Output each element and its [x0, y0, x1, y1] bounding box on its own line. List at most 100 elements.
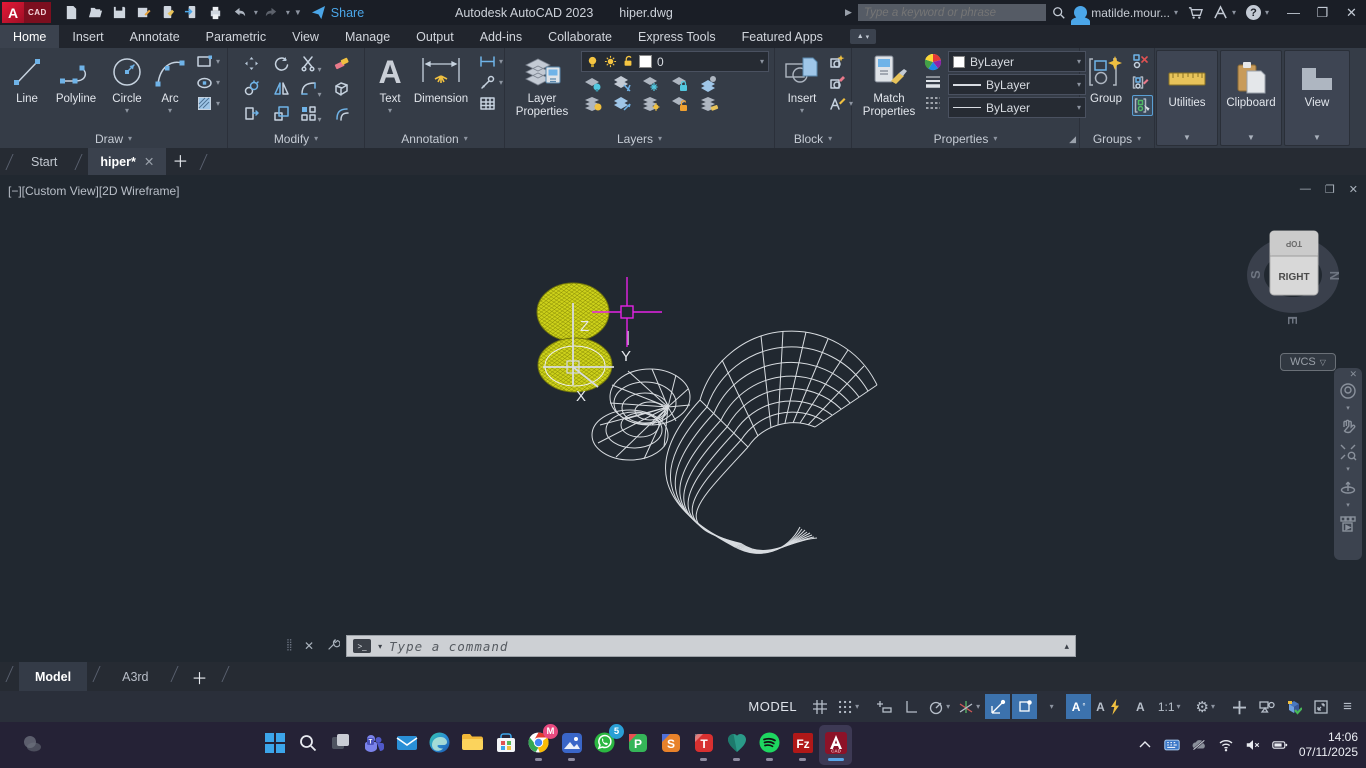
print-button[interactable]: [205, 2, 227, 24]
command-prompt-caret-icon[interactable]: ▾: [378, 642, 382, 651]
group-edit-button[interactable]: [1132, 74, 1153, 91]
task-view-button[interactable]: [324, 725, 357, 765]
onedrive-offline-icon[interactable]: [1191, 737, 1207, 753]
insert-button[interactable]: Insert ▾: [781, 51, 823, 129]
viewcube-cube[interactable]: TOP RIGHT: [1270, 231, 1318, 295]
navigation-wheel-button[interactable]: [1339, 382, 1357, 400]
isometric-drafting-toggle[interactable]: ▾: [955, 694, 983, 719]
properties-panel-label[interactable]: Properties▾: [852, 129, 1079, 148]
app-store-button[interactable]: [1188, 5, 1203, 20]
tab-home[interactable]: Home: [0, 25, 59, 48]
quick-properties-toggle[interactable]: [1254, 694, 1279, 719]
rotate-button[interactable]: [273, 55, 290, 77]
snap-toggle[interactable]: ▾: [834, 694, 862, 719]
model-space-toggle[interactable]: MODEL: [740, 699, 805, 714]
wcs-menu[interactable]: WCS▽: [1280, 353, 1336, 371]
group-selection-toggle[interactable]: [1132, 95, 1153, 116]
restore-button[interactable]: ❐: [1308, 0, 1337, 25]
chrome-icon[interactable]: M: [522, 725, 555, 765]
osnap-tracking-toggle[interactable]: [985, 694, 1010, 719]
whatsapp-icon[interactable]: 5: [588, 725, 621, 765]
save-button[interactable]: [109, 2, 131, 24]
close-button[interactable]: ✕: [1337, 0, 1366, 25]
layer-freeze-button[interactable]: [641, 75, 661, 92]
viewcube-east-label[interactable]: E: [1285, 316, 1300, 325]
ellipse-button[interactable]: ▾: [196, 74, 220, 91]
layer-isolate-button[interactable]: [583, 75, 603, 92]
command-line-dock[interactable]: ⠿⠿ ✕ >_ ▾ Type a command ▴: [286, 633, 1076, 659]
showmotion-button[interactable]: [1339, 515, 1357, 533]
viewcube-north-label[interactable]: N: [1327, 271, 1342, 280]
move-button[interactable]: [243, 55, 260, 77]
file-tab-hiper[interactable]: hiper*✕: [88, 148, 166, 175]
graphics-performance-button[interactable]: [1281, 694, 1306, 719]
offset-button[interactable]: [333, 105, 350, 127]
annotation-autoscale-toggle[interactable]: A: [1093, 694, 1126, 719]
drawing-area[interactable]: [−][Custom View][2D Wireframe] — ❐ ✕: [0, 175, 1366, 662]
plot-device-button[interactable]: [157, 2, 179, 24]
arc-button[interactable]: Arc ▾: [150, 51, 190, 129]
publish-button[interactable]: [181, 2, 203, 24]
open-file-button[interactable]: [85, 2, 107, 24]
annotation-scale-value[interactable]: 1:1▾: [1155, 694, 1184, 719]
start-button[interactable]: [258, 725, 291, 765]
clean-screen-button[interactable]: [1308, 694, 1333, 719]
layer-select-dropdown[interactable]: 0 ▾: [581, 51, 769, 72]
orbit-caret-icon[interactable]: ▾: [1346, 504, 1350, 508]
snap-caret-icon[interactable]: ▾: [855, 702, 859, 711]
color-dropdown[interactable]: ByLayer▾: [948, 51, 1086, 72]
edit-attributes-button[interactable]: ▾: [829, 95, 853, 112]
navigation-bar[interactable]: ✕ ▾ ▾ ▾: [1334, 368, 1362, 560]
autodesk-apps-menu[interactable]: ▾: [1213, 5, 1236, 20]
tab-express-tools[interactable]: Express Tools: [625, 25, 729, 48]
save-as-button[interactable]: [133, 2, 155, 24]
hatch-button[interactable]: ▾: [196, 95, 220, 112]
layers-panel-label[interactable]: Layers▾: [505, 129, 774, 148]
group-button[interactable]: Group: [1086, 51, 1126, 129]
panel-clipboard[interactable]: Clipboard ▼: [1220, 50, 1282, 146]
osnap-caret[interactable]: ▾: [1039, 694, 1064, 719]
tab-collaborate[interactable]: Collaborate: [535, 25, 625, 48]
file-tab-start[interactable]: Start: [19, 148, 69, 175]
line-button[interactable]: Line: [6, 51, 48, 129]
pan-button[interactable]: [1339, 418, 1357, 436]
share-button[interactable]: Share: [311, 5, 364, 20]
taskbar-clock[interactable]: 14:06 07/11/2025: [1299, 730, 1358, 760]
keyboard-layout-icon[interactable]: [1164, 737, 1180, 753]
dimension-button[interactable]: Dimension: [409, 51, 473, 129]
tab-view[interactable]: View: [279, 25, 332, 48]
linear-dimension-button[interactable]: ▾: [479, 53, 503, 70]
wps-presentation-icon[interactable]: P: [621, 725, 654, 765]
command-prompt-icon[interactable]: >_: [353, 639, 371, 653]
search-expand-icon[interactable]: ▶: [845, 7, 852, 18]
object-snap-toggle[interactable]: [1012, 694, 1037, 719]
polar-caret-icon[interactable]: ▾: [946, 702, 950, 711]
layer-walk-button[interactable]: [699, 95, 719, 112]
lineweight-dropdown[interactable]: ByLayer▾: [948, 74, 1086, 95]
layer-on-off-button[interactable]: [583, 95, 603, 112]
undo-dropdown[interactable]: ▾: [254, 8, 258, 17]
block-panel-label[interactable]: Block▾: [775, 129, 851, 148]
spotify-icon[interactable]: [753, 725, 786, 765]
command-customize-icon[interactable]: [326, 638, 340, 655]
health-app-icon[interactable]: [720, 725, 753, 765]
layer-unisolate-button[interactable]: [612, 75, 632, 92]
customization-menu-button[interactable]: ≡: [1335, 694, 1360, 719]
layer-unlock-all-button[interactable]: [670, 95, 690, 112]
search-input[interactable]: [858, 4, 1046, 21]
fillet-button[interactable]: ▾: [300, 80, 321, 102]
leader-button[interactable]: ▾: [479, 74, 503, 91]
layout-tab-a3rd[interactable]: A3rd: [106, 662, 164, 691]
annotation-monitor-button[interactable]: ＋: [1227, 694, 1252, 719]
properties-dialog-launcher[interactable]: ◢: [1069, 134, 1076, 145]
wps-writer-icon[interactable]: T: [687, 725, 720, 765]
viewcube-top-label[interactable]: TOP: [1285, 239, 1302, 248]
trim-button[interactable]: ▾: [300, 55, 321, 77]
redo-button[interactable]: [261, 2, 283, 24]
new-layout-button[interactable]: ＋: [192, 665, 208, 689]
qat-customize-dropdown[interactable]: ▼: [294, 8, 302, 17]
microsoft-store-icon[interactable]: [489, 725, 522, 765]
photos-icon[interactable]: [555, 725, 588, 765]
account-menu[interactable]: matilde.mour...▾: [1074, 6, 1178, 20]
tab-addins[interactable]: Add-ins: [467, 25, 535, 48]
